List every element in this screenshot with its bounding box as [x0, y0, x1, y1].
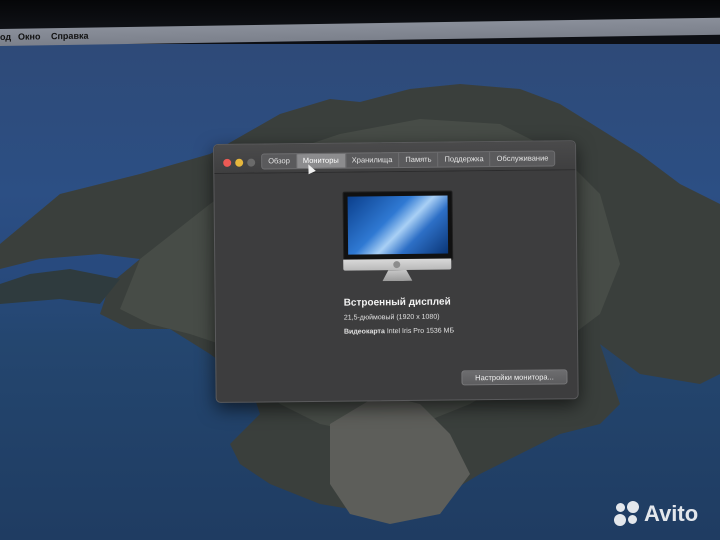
- window-titlebar[interactable]: Обзор Мониторы Хранилища Память Поддержк…: [214, 141, 576, 175]
- tab-memory[interactable]: Память: [399, 152, 439, 168]
- display-resolution: 21,5-дюймовый (1920 x 1080): [343, 313, 440, 322]
- imac-stand: [382, 270, 412, 281]
- avito-logo-icon: [614, 501, 640, 527]
- avito-watermark: Avito: [614, 500, 698, 528]
- zoom-button[interactable]: [247, 158, 256, 167]
- tab-overview[interactable]: Обзор: [262, 154, 297, 169]
- display-settings-button[interactable]: Настройки монитора...: [461, 369, 568, 386]
- imac-illustration: [342, 190, 454, 283]
- graphics-value: Intel Iris Pro 1536 МБ: [386, 327, 455, 336]
- menu-item-view[interactable]: од: [0, 32, 11, 42]
- menu-item-help[interactable]: Справка: [51, 31, 88, 42]
- imac-screen: [342, 190, 454, 262]
- imac-wallpaper: [347, 195, 449, 255]
- tab-storage[interactable]: Хранилища: [345, 153, 400, 168]
- tab-service[interactable]: Обслуживание: [491, 151, 555, 166]
- about-this-mac-window: Обзор Мониторы Хранилища Память Поддержк…: [213, 140, 579, 403]
- apple-logo-icon: [393, 261, 401, 269]
- minimize-button[interactable]: [235, 158, 244, 167]
- graphics-label: Видеокарта: [343, 328, 385, 336]
- close-button[interactable]: [223, 158, 232, 167]
- display-title: Встроенный дисплей: [343, 296, 451, 309]
- tab-support[interactable]: Поддержка: [438, 152, 491, 167]
- avito-text: Avito: [644, 501, 699, 526]
- display-graphics: Видеокарта Intel Iris Pro 1536 МБ: [344, 327, 454, 335]
- menu-item-window[interactable]: Окно: [18, 31, 40, 41]
